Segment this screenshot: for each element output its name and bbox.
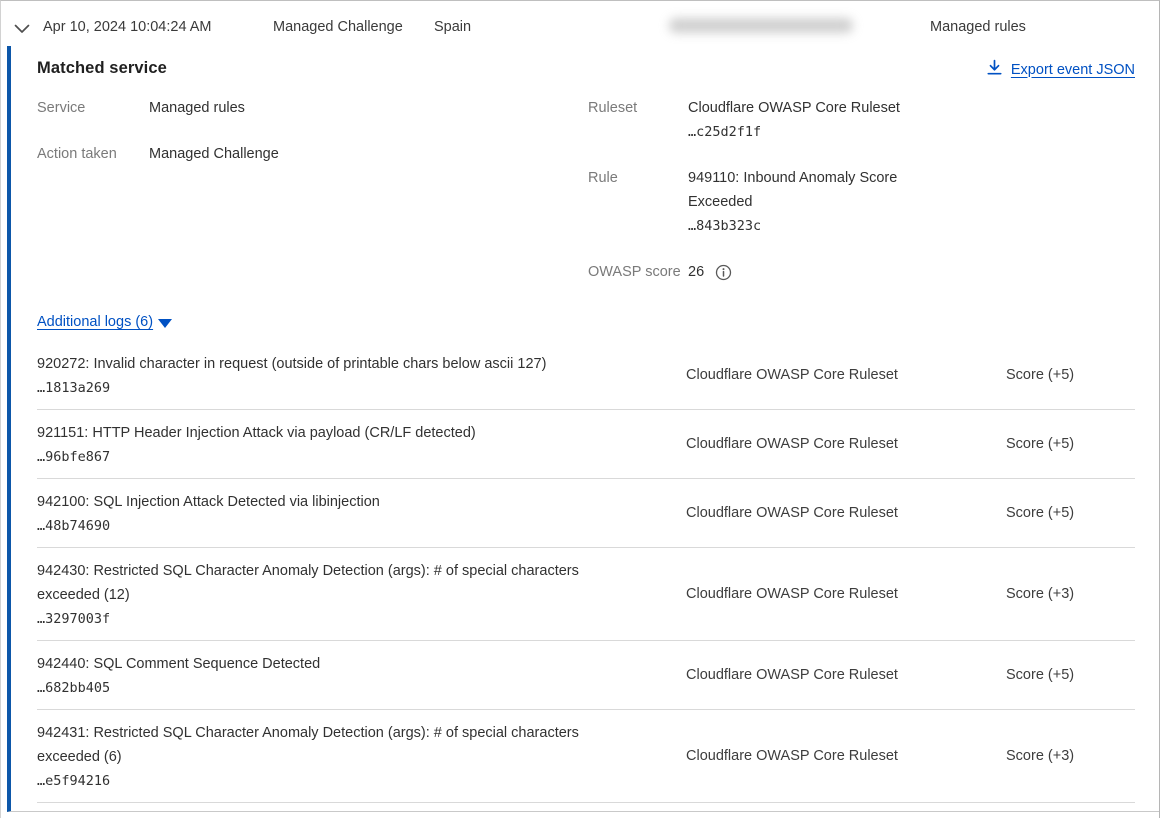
log-hash: …3297003f xyxy=(37,607,1135,631)
matched-service-fields: Service Managed rules Action taken Manag… xyxy=(37,96,1135,313)
log-row: 942430: Restricted SQL Character Anomaly… xyxy=(37,548,1135,641)
log-row: 942440: SQL Comment Sequence Detected …6… xyxy=(37,641,1135,710)
firewall-event-expanded-row: Apr 10, 2024 10:04:24 AM Managed Challen… xyxy=(0,0,1160,818)
info-icon[interactable] xyxy=(715,264,732,281)
event-service: Managed rules xyxy=(930,19,1026,35)
log-score: Score (+3) xyxy=(1006,748,1074,764)
download-icon xyxy=(986,59,1003,80)
log-hash: …1813a269 xyxy=(37,376,1135,400)
event-summary-row[interactable]: Apr 10, 2024 10:04:24 AM Managed Challen… xyxy=(1,1,1159,46)
additional-logs-table: 920272: Invalid character in request (ou… xyxy=(37,341,1135,803)
log-ruleset: Cloudflare OWASP Core Ruleset xyxy=(686,748,898,764)
rule-value: 949110: Inbound Anomaly Score Exceeded xyxy=(688,166,920,214)
owasp-score-label: OWASP score xyxy=(588,260,688,284)
matched-service-title: Matched service xyxy=(37,59,167,78)
chevron-down-icon[interactable] xyxy=(14,22,30,32)
triangle-down-icon xyxy=(158,319,172,328)
redacted-host-value xyxy=(669,18,853,33)
ruleset-value: Cloudflare OWASP Core Ruleset xyxy=(688,96,920,120)
rule-label: Rule xyxy=(588,166,688,238)
log-description: 942440: SQL Comment Sequence Detected xyxy=(37,652,637,676)
log-ruleset: Cloudflare OWASP Core Ruleset xyxy=(686,505,898,521)
field-ruleset: Ruleset Cloudflare OWASP Core Ruleset …c… xyxy=(588,96,920,144)
export-event-json-label: Export event JSON xyxy=(1011,62,1135,78)
owasp-score-value: 26 xyxy=(688,260,704,284)
log-ruleset: Cloudflare OWASP Core Ruleset xyxy=(686,367,898,383)
log-score: Score (+5) xyxy=(1006,367,1074,383)
log-row: 921151: HTTP Header Injection Attack via… xyxy=(37,410,1135,479)
service-label: Service xyxy=(37,96,149,120)
log-description: 942431: Restricted SQL Character Anomaly… xyxy=(37,721,637,769)
rule-hash: …843b323c xyxy=(688,214,920,238)
field-rule: Rule 949110: Inbound Anomaly Score Excee… xyxy=(588,166,920,238)
event-country: Spain xyxy=(434,19,471,35)
log-row: 920272: Invalid character in request (ou… xyxy=(37,341,1135,410)
export-event-json-link[interactable]: Export event JSON xyxy=(986,59,1135,80)
log-hash: …48b74690 xyxy=(37,514,1135,538)
log-score: Score (+5) xyxy=(1006,436,1074,452)
log-description: 920272: Invalid character in request (ou… xyxy=(37,352,637,376)
action-taken-value: Managed Challenge xyxy=(149,142,279,166)
log-description: 942100: SQL Injection Attack Detected vi… xyxy=(37,490,637,514)
event-detail-panel: Matched service Export event JSON Servic… xyxy=(7,46,1159,812)
event-action: Managed Challenge xyxy=(273,19,403,35)
action-taken-label: Action taken xyxy=(37,142,149,166)
log-ruleset: Cloudflare OWASP Core Ruleset xyxy=(686,436,898,452)
log-hash: …682bb405 xyxy=(37,676,1135,700)
service-value: Managed rules xyxy=(149,96,245,120)
log-description: 921151: HTTP Header Injection Attack via… xyxy=(37,421,637,445)
ruleset-hash: …c25d2f1f xyxy=(688,120,920,144)
field-action-taken: Action taken Managed Challenge xyxy=(37,142,279,166)
field-owasp-score: OWASP score 26 xyxy=(588,260,920,284)
additional-logs-label: Additional logs (6) xyxy=(37,314,153,330)
log-hash: …96bfe867 xyxy=(37,445,1135,469)
additional-logs-toggle[interactable]: Additional logs (6) xyxy=(37,314,172,330)
log-score: Score (+3) xyxy=(1006,586,1074,602)
log-hash: …e5f94216 xyxy=(37,769,1135,793)
log-score: Score (+5) xyxy=(1006,667,1074,683)
log-ruleset: Cloudflare OWASP Core Ruleset xyxy=(686,667,898,683)
log-ruleset: Cloudflare OWASP Core Ruleset xyxy=(686,586,898,602)
ruleset-label: Ruleset xyxy=(588,96,688,144)
log-row: 942431: Restricted SQL Character Anomaly… xyxy=(37,710,1135,803)
field-service: Service Managed rules xyxy=(37,96,279,120)
log-score: Score (+5) xyxy=(1006,505,1074,521)
log-description: 942430: Restricted SQL Character Anomaly… xyxy=(37,559,637,607)
event-timestamp: Apr 10, 2024 10:04:24 AM xyxy=(43,19,212,35)
log-row: 942100: SQL Injection Attack Detected vi… xyxy=(37,479,1135,548)
